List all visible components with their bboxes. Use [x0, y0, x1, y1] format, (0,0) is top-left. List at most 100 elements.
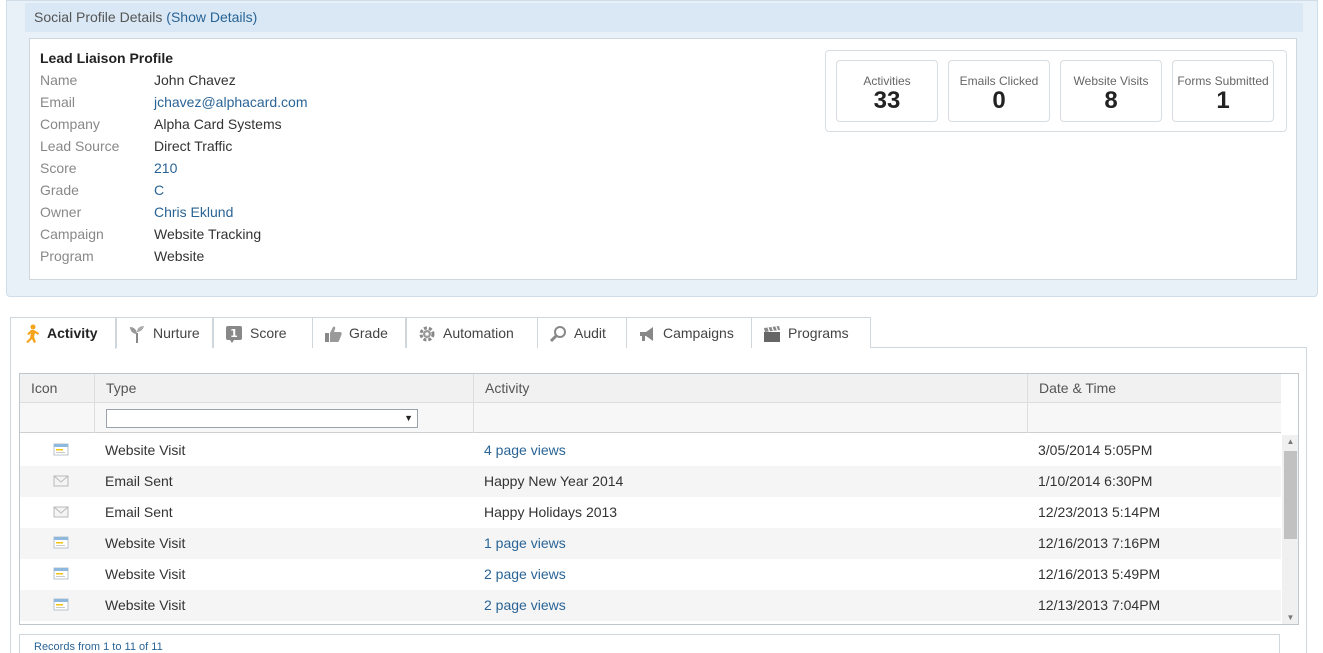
- name-value: John Chavez: [154, 72, 236, 88]
- website-visit-icon: [53, 536, 69, 549]
- row-date: 12/16/2013 5:49PM: [1038, 566, 1161, 582]
- row-type: Website Visit: [105, 535, 186, 551]
- tab-programs[interactable]: Programs: [751, 317, 871, 348]
- row-activity-link[interactable]: 2 page views: [484, 590, 566, 621]
- owner-link[interactable]: Chris Eklund: [154, 201, 233, 223]
- tab-campaigns[interactable]: Campaigns: [626, 317, 752, 348]
- field-label: Name: [40, 72, 78, 88]
- activity-grid: Icon Type Activity Date & Time ▼ Website…: [19, 373, 1299, 625]
- records-to: 11: [124, 641, 136, 653]
- field-label: Program: [40, 248, 94, 264]
- tab-label: Audit: [574, 325, 606, 341]
- field-label: Score: [40, 160, 77, 176]
- column-header-activity[interactable]: Activity: [474, 374, 1028, 403]
- scroll-down-arrow-icon[interactable]: ▼: [1282, 611, 1298, 624]
- filter-cell: [474, 403, 1028, 433]
- tab-label: Activity: [47, 325, 98, 341]
- stat-value: 0: [992, 87, 1006, 114]
- grid-body: Website Visit 4 page views 3/05/2014 5:0…: [20, 435, 1281, 624]
- row-type: Website Visit: [105, 597, 186, 613]
- tab-audit[interactable]: Audit: [537, 317, 627, 348]
- stat-label: Website Visits: [1073, 74, 1149, 88]
- row-date: 1/10/2014 6:30PM: [1038, 473, 1153, 489]
- gear-icon: [419, 326, 435, 342]
- field-label: Owner: [40, 204, 82, 220]
- type-filter-select[interactable]: ▼: [106, 409, 418, 428]
- row-type: Website Visit: [105, 442, 186, 458]
- field-label: Campaign: [40, 226, 104, 242]
- grade-link[interactable]: C: [154, 179, 164, 201]
- field-label: Company: [40, 116, 100, 132]
- show-details-link[interactable]: (Show Details): [166, 9, 257, 25]
- website-visit-icon: [53, 567, 69, 580]
- grid-vertical-scrollbar[interactable]: ▲ ▼: [1282, 435, 1298, 624]
- row-activity-link[interactable]: 1 page views: [484, 528, 566, 559]
- records-to-word: to: [112, 641, 122, 653]
- stat-value: 8: [1104, 87, 1118, 114]
- row-activity-link[interactable]: 4 page views: [484, 435, 566, 466]
- magnifier-icon: [549, 326, 566, 343]
- row-type: Email Sent: [105, 473, 173, 489]
- grid-header: Icon Type Activity Date & Time: [20, 374, 1281, 403]
- social-profile-title: Social Profile Details: [34, 9, 163, 25]
- table-row[interactable]: Website Visit 2 page views 12/16/2013 5:…: [20, 559, 1281, 590]
- column-header-date-time[interactable]: Date & Time: [1028, 374, 1281, 403]
- row-activity: Happy Holidays 2013: [484, 504, 618, 520]
- score-badge-icon: 1: [226, 326, 242, 343]
- filter-cell: [20, 403, 95, 433]
- campaign-value: Website Tracking: [154, 226, 262, 242]
- social-profile-header: Social Profile Details (Show Details): [25, 3, 1303, 32]
- table-row[interactable]: Email Sent Happy New Year 2014 1/10/2014…: [20, 466, 1281, 497]
- runner-icon: [26, 324, 39, 343]
- row-date: 12/13/2013 7:04PM: [1038, 597, 1161, 613]
- score-link[interactable]: 210: [154, 157, 177, 179]
- sprout-icon: [130, 326, 144, 343]
- row-date: 3/05/2014 5:05PM: [1038, 442, 1153, 458]
- table-row[interactable]: Website Visit 4 page views 3/05/2014 5:0…: [20, 435, 1281, 466]
- thumbs-up-icon: [325, 326, 342, 342]
- tab-label: Automation: [443, 325, 514, 341]
- records-total: 11: [151, 641, 163, 653]
- stat-label: Emails Clicked: [959, 74, 1039, 88]
- table-row[interactable]: Email Sent Happy Holidays 2013 12/23/201…: [20, 497, 1281, 528]
- records-prefix: Records from: [34, 641, 101, 653]
- grid-filter-row: ▼: [20, 403, 1281, 433]
- tab-label: Score: [250, 325, 287, 341]
- company-value: Alpha Card Systems: [154, 116, 282, 132]
- scroll-up-arrow-icon[interactable]: ▲: [1282, 435, 1298, 449]
- records-from: 1: [103, 641, 110, 653]
- tab-automation[interactable]: Automation: [406, 317, 538, 348]
- tab-nurture[interactable]: Nurture: [116, 317, 213, 348]
- stat-website-visits: Website Visits 8: [1060, 60, 1162, 122]
- tab-activity[interactable]: Activity: [10, 317, 116, 349]
- megaphone-icon: [640, 327, 653, 341]
- email-sent-icon: [53, 475, 69, 487]
- email-link[interactable]: jchavez@alphacard.com: [154, 91, 308, 113]
- stat-activities: Activities 33: [836, 60, 938, 122]
- stat-emails-clicked: Emails Clicked 0: [948, 60, 1050, 122]
- stat-value: 33: [873, 87, 901, 114]
- column-header-type[interactable]: Type: [95, 374, 474, 403]
- row-type: Website Visit: [105, 566, 186, 582]
- tab-label: Grade: [349, 325, 388, 341]
- column-header-icon[interactable]: Icon: [20, 374, 95, 403]
- tab-score[interactable]: 1 Score: [213, 317, 313, 348]
- scrollbar-thumb[interactable]: [1284, 451, 1297, 539]
- program-value: Website: [154, 248, 205, 264]
- field-label: Lead Source: [40, 138, 120, 154]
- records-footer: Records from 1 to 11 of 11: [19, 634, 1280, 653]
- website-visit-icon: [53, 598, 69, 611]
- stat-label: Forms Submitted: [1177, 74, 1269, 88]
- field-label: Email: [40, 94, 76, 110]
- table-row[interactable]: Website Visit 1 page views 12/16/2013 7:…: [20, 528, 1281, 559]
- lead-profile-title: Lead Liaison Profile: [40, 50, 174, 66]
- tab-label: Campaigns: [663, 325, 734, 341]
- row-activity-link[interactable]: 2 page views: [484, 559, 566, 590]
- field-label: Grade: [40, 182, 79, 198]
- table-row[interactable]: Website Visit 2 page views 12/13/2013 7:…: [20, 590, 1281, 621]
- stat-value: 1: [1216, 87, 1230, 114]
- clapperboard-icon: [764, 326, 780, 342]
- records-of-word: of: [139, 641, 149, 653]
- tab-label: Nurture: [153, 325, 200, 341]
- tab-grade[interactable]: Grade: [312, 317, 406, 348]
